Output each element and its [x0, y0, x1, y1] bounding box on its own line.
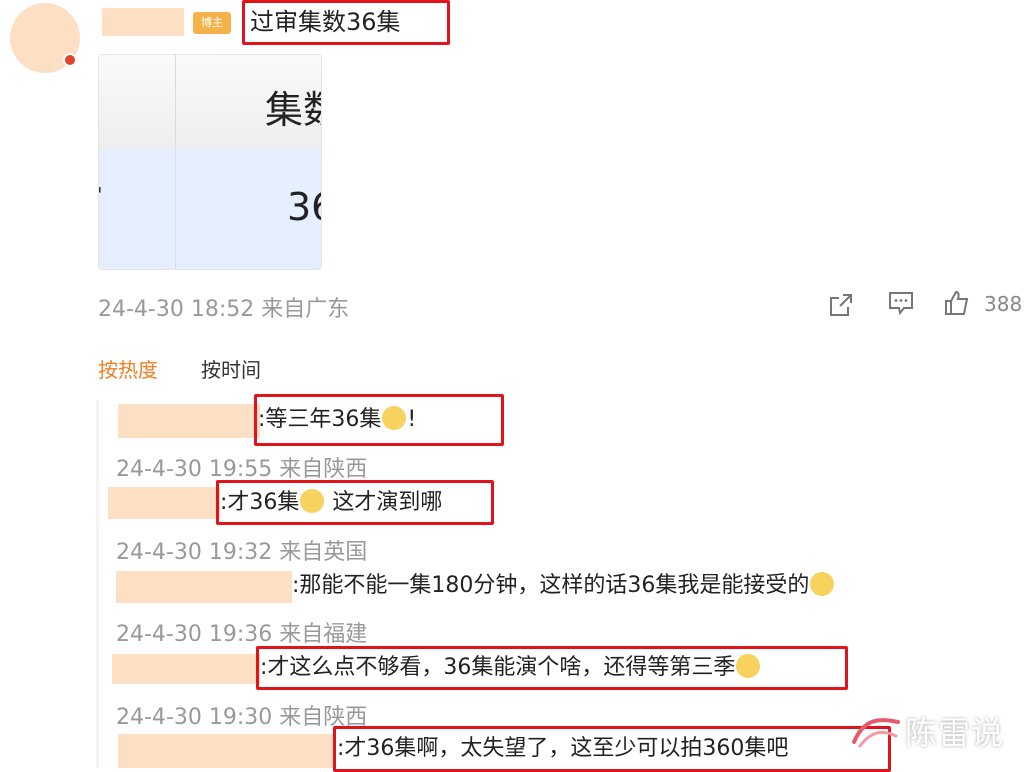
- like-icon[interactable]: [942, 288, 972, 318]
- username-redacted[interactable]: [102, 8, 184, 36]
- commenter-name-redacted[interactable]: [118, 404, 260, 438]
- cat-emoji-icon: [810, 572, 835, 596]
- post-text: 过审集数36集: [250, 8, 401, 36]
- comment-text: :才36集 这才演到哪: [220, 488, 442, 518]
- comment-timestamp: 24-4-30 19:55 来自陕西: [116, 457, 368, 482]
- image-table-header-text: 集数: [265, 88, 321, 132]
- watermark-text: 陈雷说: [905, 714, 1005, 752]
- comment-timestamp: 24-4-30 19:32 来自英国: [116, 540, 368, 565]
- post-timestamp: 24-4-30 18:52 来自广东: [98, 297, 350, 322]
- comment-text: :等三年36集!: [258, 405, 416, 435]
- image-table-value: 36: [287, 185, 321, 229]
- commenter-name-redacted[interactable]: [116, 571, 292, 603]
- comment-timestamp: 24-4-30 19:30 来自陕西: [116, 705, 368, 730]
- verified-badge-icon: [63, 53, 77, 67]
- comment-body: :才36集: [220, 490, 300, 515]
- comment-thread-line: [96, 400, 99, 768]
- smile-emoji-icon: [382, 406, 407, 430]
- tab-sort-by-time[interactable]: 按时间: [201, 354, 261, 383]
- comment-body: :等三年36集: [258, 407, 382, 432]
- comment-text: :那能不能一集180分钟，这样的话36集我是能接受的: [292, 571, 835, 601]
- comment-suffix: 这才演到哪: [325, 490, 443, 515]
- comment-text: :才这么点不够看，36集能演个啥，还得等第三季: [260, 653, 761, 683]
- comment-suffix: !: [407, 407, 417, 432]
- comment-icon[interactable]: [886, 288, 916, 318]
- commenter-name-redacted[interactable]: [118, 734, 336, 768]
- comment-body: :那能不能一集180分钟，这样的话36集我是能接受的: [292, 573, 810, 598]
- tab-sort-by-heat[interactable]: 按热度: [98, 354, 158, 383]
- image-table-divider: [175, 55, 176, 269]
- author-badge: 博主: [193, 12, 231, 34]
- image-table-mark: ': [99, 183, 103, 207]
- comment-text: :才36集啊，太失望了，这至少可以拍360集吧: [337, 736, 789, 761]
- watermark-logo-icon: [852, 718, 900, 748]
- shy-emoji-icon: [300, 489, 325, 513]
- post-image[interactable]: 集数 36 ': [98, 54, 322, 270]
- share-icon[interactable]: [826, 290, 856, 320]
- comment-body: :才这么点不够看，36集能演个啥，还得等第三季: [260, 655, 736, 680]
- commenter-name-redacted[interactable]: [108, 487, 220, 519]
- commenter-name-redacted[interactable]: [112, 654, 260, 684]
- cry-laugh-emoji-icon: [736, 654, 761, 678]
- like-count: 388: [984, 292, 1023, 316]
- comment-timestamp: 24-4-30 19:36 来自福建: [116, 622, 368, 647]
